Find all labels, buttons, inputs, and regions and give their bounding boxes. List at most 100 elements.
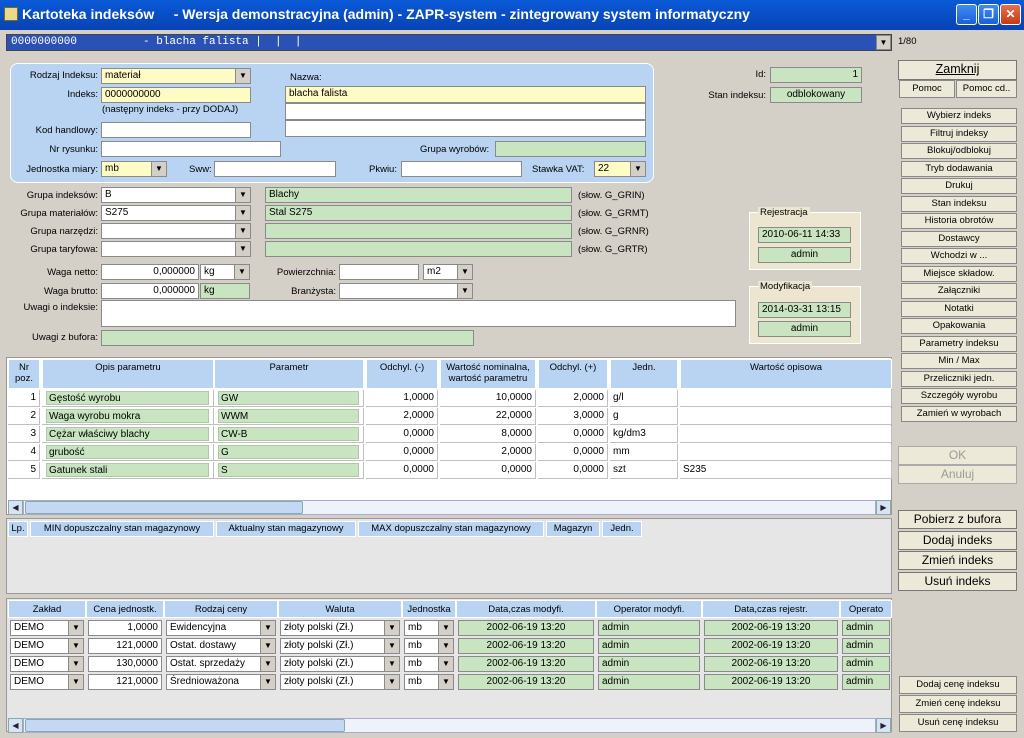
param-cell-opis[interactable]: Cężar właściwy blachy: [42, 426, 214, 443]
param-cell-nom[interactable]: 22,0000: [440, 408, 536, 425]
chevron-down-icon[interactable]: ▼: [384, 621, 399, 635]
pomoc-button[interactable]: Pomoc: [899, 80, 955, 98]
sidebar-button[interactable]: Notatki: [901, 300, 1017, 317]
price-cell-rodzaj[interactable]: Ostat. sprzedaży ▼: [166, 656, 276, 672]
param-cell-minus[interactable]: 1,0000: [366, 390, 438, 407]
price-cell-jedn[interactable]: mb ▼: [404, 620, 454, 636]
param-cell-param[interactable]: GW: [214, 390, 364, 407]
chevron-down-icon[interactable]: ▼: [384, 639, 399, 653]
chevron-down-icon[interactable]: ▼: [68, 621, 83, 635]
stock-col-header[interactable]: MIN dopuszczalny stan magazynowy: [30, 521, 214, 537]
close-button[interactable]: ✕: [1000, 4, 1021, 25]
minimize-button[interactable]: _: [956, 4, 977, 25]
param-cell-param[interactable]: WWM: [214, 408, 364, 425]
param-cell-minus[interactable]: 0,0000: [366, 444, 438, 461]
anuluj-button[interactable]: Anuluj: [898, 465, 1017, 484]
price-cell-zaklad[interactable]: DEMO ▼: [10, 638, 84, 654]
grupa-narzedzi-select[interactable]: ▼: [101, 223, 251, 239]
chevron-down-icon[interactable]: ▼: [260, 657, 275, 671]
scroll-right-icon[interactable]: ▶: [876, 500, 891, 515]
chevron-down-icon[interactable]: ▼: [68, 639, 83, 653]
sidebar-button[interactable]: Załączniki: [901, 283, 1017, 299]
powierzchnia-unit-select[interactable]: m2 ▼: [423, 264, 473, 280]
action-button[interactable]: Usuń indeks: [898, 571, 1017, 591]
pomoc-cd-button[interactable]: Pomoc cd..: [956, 80, 1017, 98]
param-cell-opisowa[interactable]: [680, 426, 892, 443]
price-cell-jedn[interactable]: mb ▼: [404, 638, 454, 654]
param-cell-jedn[interactable]: g/l: [610, 390, 678, 407]
chevron-down-icon[interactable]: ▼: [68, 675, 83, 689]
uwagi-textarea[interactable]: [101, 300, 736, 327]
action-button[interactable]: Dodaj indeks: [898, 530, 1017, 550]
action-button[interactable]: Zmień indeks: [898, 551, 1017, 570]
sidebar-button[interactable]: Historia obrotów: [901, 213, 1017, 229]
param-cell-plus[interactable]: 3,0000: [538, 408, 608, 425]
param-cell-nr[interactable]: 2: [8, 408, 40, 425]
scroll-right-icon[interactable]: ▶: [876, 718, 891, 733]
sidebar-button[interactable]: Drukuj: [901, 178, 1017, 194]
waga-netto-unit-select[interactable]: kg ▼: [200, 264, 250, 280]
param-cell-plus[interactable]: 2,0000: [538, 390, 608, 407]
param-cell-minus[interactable]: 0,0000: [366, 426, 438, 443]
param-cell-nom[interactable]: 10,0000: [440, 390, 536, 407]
params-scroll-thumb[interactable]: [25, 501, 303, 514]
sidebar-button[interactable]: Opakowania: [901, 318, 1017, 334]
param-cell-opisowa[interactable]: S235: [680, 462, 892, 479]
nazwa-input-line2[interactable]: [285, 103, 646, 120]
chevron-down-icon[interactable]: ▼: [260, 639, 275, 653]
chevron-down-icon[interactable]: ▼: [876, 35, 891, 50]
sidebar-button[interactable]: Blokuj/odblokuj: [901, 143, 1017, 159]
param-cell-plus[interactable]: 0,0000: [538, 426, 608, 443]
indeks-input[interactable]: 0000000000: [101, 87, 251, 103]
nazwa-input-line3[interactable]: [285, 120, 646, 137]
powierzchnia-input[interactable]: [339, 264, 419, 280]
sidebar-button[interactable]: Szczegóły wyrobu: [901, 388, 1017, 404]
sidebar-button[interactable]: Min / Max: [901, 353, 1017, 369]
prices-scroll-thumb[interactable]: [25, 719, 345, 732]
sidebar-button[interactable]: Zamień w wyrobach: [901, 405, 1017, 422]
chevron-down-icon[interactable]: ▼: [384, 675, 399, 689]
stock-col-header[interactable]: Aktualny stan magazynowy: [216, 521, 356, 537]
zamknij-button[interactable]: Zamknij: [898, 60, 1017, 80]
param-cell-opis[interactable]: grubość: [42, 444, 214, 461]
param-cell-param[interactable]: CW-B: [214, 426, 364, 443]
sidebar-button[interactable]: Stan indeksu: [901, 195, 1017, 212]
price-cell-rodzaj[interactable]: Średnioważona ▼: [166, 674, 276, 690]
price-cell-rodzaj[interactable]: Ostat. dostawy ▼: [166, 638, 276, 654]
chevron-down-icon[interactable]: ▼: [260, 675, 275, 689]
param-cell-jedn[interactable]: kg/dm3: [610, 426, 678, 443]
param-cell-jedn[interactable]: mm: [610, 444, 678, 461]
param-cell-param[interactable]: S: [214, 462, 364, 479]
sww-input[interactable]: [214, 161, 336, 177]
stock-col-header[interactable]: Jedn.: [602, 521, 642, 537]
price-action-button[interactable]: Usuń cenę indeksu: [899, 714, 1017, 732]
stock-col-header[interactable]: MAX dopuszczalny stan magazynowy: [358, 521, 544, 537]
sidebar-button[interactable]: Tryb dodawania: [901, 160, 1017, 177]
maximize-button[interactable]: ❐: [978, 4, 999, 25]
sidebar-button[interactable]: Wchodzi w ...: [901, 248, 1017, 264]
param-cell-plus[interactable]: 0,0000: [538, 462, 608, 479]
ok-button[interactable]: OK: [898, 446, 1017, 465]
scroll-left-icon[interactable]: ◀: [8, 500, 23, 515]
price-cell-waluta[interactable]: złoty polski (Zł.) ▼: [280, 656, 400, 672]
param-cell-opisowa[interactable]: [680, 390, 892, 407]
price-action-button[interactable]: Zmień cenę indeksu: [899, 695, 1017, 713]
sidebar-button[interactable]: Dostawcy: [901, 230, 1017, 247]
branzysta-select[interactable]: ▼: [339, 283, 473, 299]
chevron-down-icon[interactable]: ▼: [438, 621, 453, 635]
param-cell-nom[interactable]: 8,0000: [440, 426, 536, 443]
sidebar-button[interactable]: Filtruj indeksy: [901, 125, 1017, 142]
grupa-materialow-select[interactable]: S275 ▼: [101, 205, 251, 221]
price-cell-jedn[interactable]: mb ▼: [404, 656, 454, 672]
price-cell-cena[interactable]: 130,0000: [88, 656, 162, 672]
price-cell-cena[interactable]: 121,0000: [88, 638, 162, 654]
grupa-indeksow-select[interactable]: B ▼: [101, 187, 251, 203]
param-cell-nr[interactable]: 1: [8, 390, 40, 407]
chevron-down-icon[interactable]: ▼: [438, 675, 453, 689]
chevron-down-icon[interactable]: ▼: [68, 657, 83, 671]
param-cell-opisowa[interactable]: [680, 408, 892, 425]
stawka-vat-select[interactable]: 22 ▼: [594, 161, 646, 177]
param-cell-nom[interactable]: 2,0000: [440, 444, 536, 461]
param-cell-opisowa[interactable]: [680, 444, 892, 461]
waga-brutto-input[interactable]: 0,000000: [101, 283, 199, 299]
